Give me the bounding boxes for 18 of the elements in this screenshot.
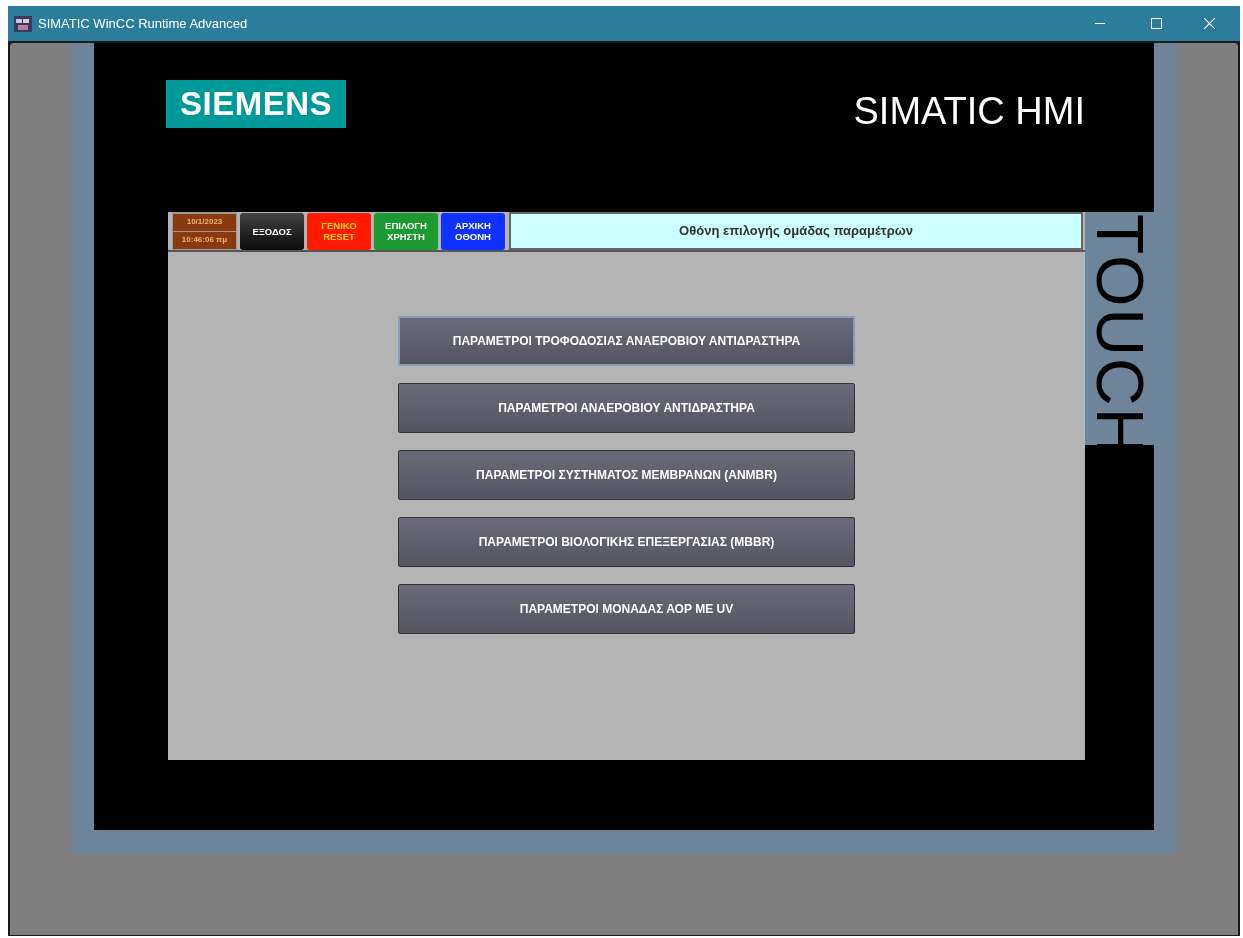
user-select-button[interactable]: ΕΠΙΛΟΓΗ ΧΡΗΣΤΗ — [374, 212, 438, 250]
menu-button[interactable]: ΠΑΡΑΜΕΤΡΟΙ ΣΥΣΤΗΜΑΤΟΣ ΜΕΜΒΡΑΝΩΝ (ANMBR) — [398, 450, 855, 500]
exit-button[interactable]: ΕΞΟΔΟΣ — [240, 212, 304, 250]
window-title: SIMATIC WinCC Runtime Advanced — [38, 14, 248, 33]
time-text: 10:46:06 πμ — [173, 231, 236, 249]
home-button[interactable]: ΑΡΧΙΚΗ ΟΘΟΝΗ — [441, 212, 505, 250]
menu-button[interactable]: ΠΑΡΑΜΕΤΡΟΙ ΜΟΝΑΔΑΣ ΑΟΡ ΜΕ UV — [398, 584, 855, 634]
minimize-icon — [1095, 23, 1105, 24]
product-name: SIMATIC HMI — [853, 89, 1085, 134]
date-text: 10/1/2023 — [173, 213, 236, 231]
close-icon — [1203, 18, 1215, 29]
brand-logo: SIEMENS — [166, 80, 346, 128]
screen-title: Οθόνη επιλογής ομάδας παραμέτρων — [509, 212, 1083, 250]
menu-button[interactable]: ΠΑΡΑΜΕΤΡΟΙ ΒΙΟΛΟΓΙΚΗΣ ΕΠΕΞΕΡΓΑΣΙΑΣ (MBBR) — [398, 517, 855, 567]
menu-button[interactable]: ΠΑΡΑΜΕΤΡΟΙ ΤΡΟΦΟΔΟΣΙΑΣ ΑΝΑΕΡΟΒΙΟΥ ΑΝΤΙΔΡΑΣΤΗΡΑ — [398, 316, 855, 366]
menu-button[interactable]: ΠΑΡΑΜΕΤΡΟΙ ΑΝΑΕΡΟΒΙΟΥ ΑΝΤΙΔΡΑΣΤΗΡΑ — [398, 383, 855, 433]
maximize-icon — [1150, 18, 1162, 29]
app-icon — [14, 15, 32, 32]
